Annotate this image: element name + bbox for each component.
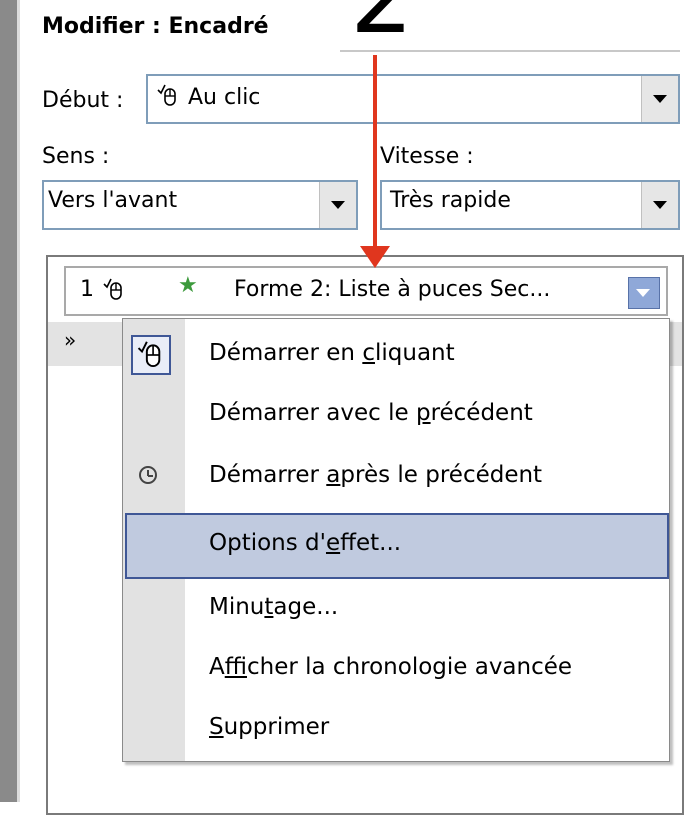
menu-item-label: Démarrer avec le précédent: [209, 400, 533, 426]
menu-item-start-on-click[interactable]: Démarrer en cliquant: [123, 323, 669, 385]
left-border: [0, 0, 17, 802]
menu-item-label: Démarrer en cliquant: [209, 340, 455, 366]
menu-item-label: Démarrer après le précédent: [209, 462, 543, 488]
arrow-annotation-head: [360, 246, 390, 268]
clock-icon: [139, 466, 157, 484]
speed-value: Très rapide: [390, 188, 511, 213]
start-value-text: Au clic: [188, 85, 261, 110]
menu-item-label: Afficher la chronologie avancée: [209, 654, 573, 680]
panel-title: Modifier : Encadré: [42, 14, 269, 39]
effect-order: 1: [80, 277, 94, 302]
direction-dropdown-arrow[interactable]: [319, 182, 356, 228]
effect-item-dropdown-button[interactable]: [628, 277, 660, 309]
menu-item-show-advanced-timeline[interactable]: Afficher la chronologie avancée: [123, 637, 669, 699]
speed-dropdown[interactable]: Très rapide: [380, 180, 680, 230]
speed-label: Vitesse :: [380, 144, 474, 169]
menu-item-label: Supprimer: [209, 714, 330, 740]
mouse-click-icon: [157, 84, 176, 106]
start-value: Au clic: [156, 82, 260, 110]
menu-item-label: Options d'effet...: [209, 530, 402, 556]
mouse-click-icon: [102, 276, 128, 308]
menu-item-timing[interactable]: Minutage...: [123, 577, 669, 639]
star-icon: ★: [178, 273, 198, 298]
arrow-annotation-line: [373, 55, 377, 251]
step-number-annotation: 2: [350, 0, 414, 48]
direction-label: Sens :: [42, 144, 110, 169]
direction-value: Vers l'avant: [48, 188, 178, 213]
menu-item-start-with-previous[interactable]: Démarrer avec le précédent: [123, 383, 669, 445]
start-dropdown[interactable]: Au clic: [146, 74, 680, 124]
menu-item-start-after-previous[interactable]: Démarrer après le précédent: [123, 445, 669, 507]
mouse-click-icon: [137, 341, 161, 368]
double-chevron-down-icon[interactable]: »: [64, 328, 76, 352]
start-label: Début :: [42, 88, 124, 113]
menu-item-effect-options[interactable]: Options d'effet...: [125, 513, 669, 579]
menu-item-remove[interactable]: Supprimer: [123, 697, 669, 759]
checked-indicator: [131, 335, 171, 375]
start-dropdown-arrow[interactable]: [641, 76, 678, 122]
effect-list-item[interactable]: 1 ★ Forme 2: Liste à puces Sec...: [64, 266, 668, 316]
direction-dropdown[interactable]: Vers l'avant: [42, 180, 358, 230]
effect-name: Forme 2: Liste à puces Sec...: [234, 277, 551, 302]
menu-item-label: Minutage...: [209, 594, 339, 620]
context-menu: Démarrer en cliquant Démarrer avec le pr…: [122, 318, 670, 762]
speed-dropdown-arrow[interactable]: [641, 182, 678, 228]
title-divider: [340, 50, 680, 52]
